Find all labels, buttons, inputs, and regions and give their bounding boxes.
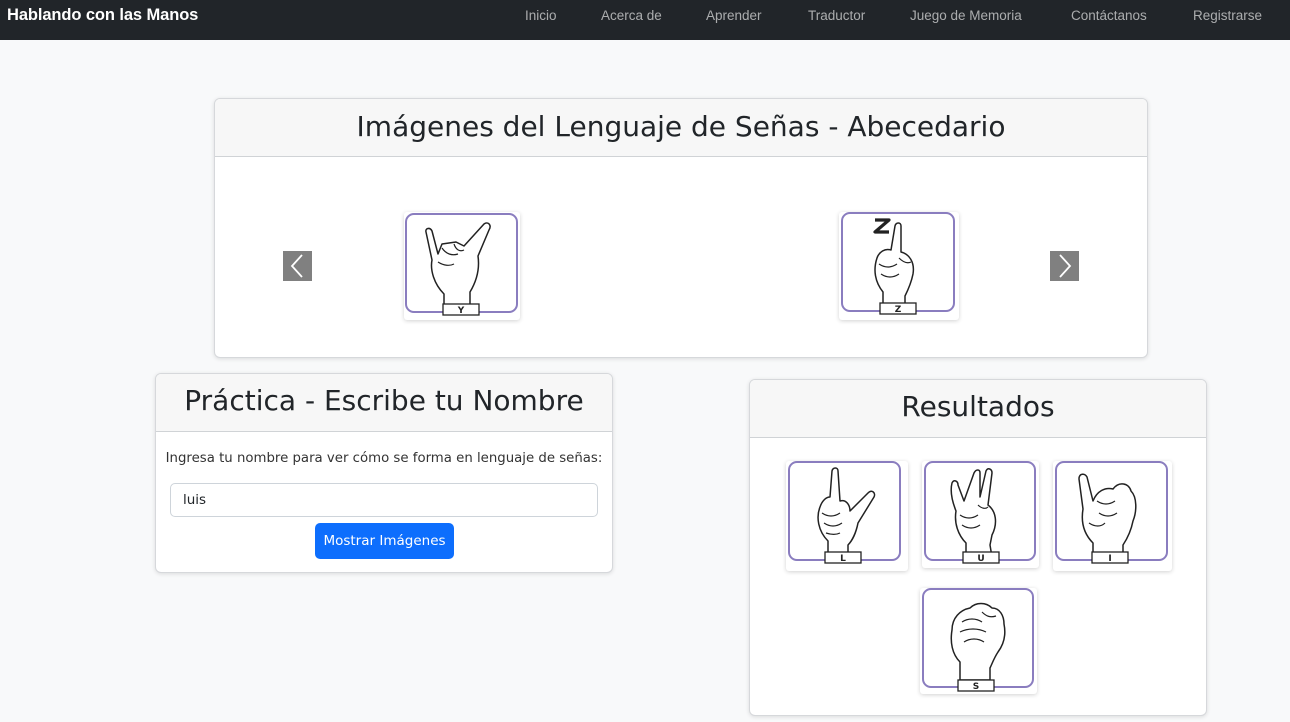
result-sign-i: I	[1053, 461, 1172, 571]
carousel-slide-z: Z	[839, 212, 959, 320]
result-sign-s: S	[920, 588, 1037, 694]
tile-letter-s: S	[973, 682, 979, 692]
hand-sign-s-image: S	[922, 588, 1034, 692]
tile-letter-l: L	[840, 554, 846, 564]
carousel-prev-button[interactable]	[283, 251, 312, 281]
carousel-title: Imágenes del Lenguaje de Señas - Abeceda…	[215, 99, 1147, 157]
carousel-slide-y: Y	[404, 212, 520, 320]
nav-link-contactanos[interactable]: Contáctanos	[1071, 8, 1147, 23]
nav-link-acerca-de[interactable]: Acerca de	[601, 8, 662, 23]
hand-sign-u-image: U	[924, 461, 1036, 564]
carousel-next-button[interactable]	[1050, 251, 1079, 281]
navbar: Hablando con las Manos Inicio Acerca de …	[0, 0, 1290, 40]
result-sign-l: L	[786, 461, 908, 571]
hand-sign-l-image: L	[788, 461, 901, 564]
nav-link-registrarse[interactable]: Registrarse	[1193, 8, 1262, 23]
alphabet-carousel-card: Imágenes del Lenguaje de Señas - Abeceda…	[214, 98, 1148, 358]
results-card: Resultados L U I S	[749, 379, 1207, 716]
hand-sign-y-image: Y	[405, 213, 518, 316]
tile-letter-z: Z	[895, 305, 902, 315]
nav-link-inicio[interactable]: Inicio	[525, 8, 557, 23]
chevron-right-icon	[1059, 254, 1072, 278]
tile-letter-u: U	[977, 554, 984, 564]
hand-sign-z-image: Z	[841, 212, 955, 315]
practice-card: Práctica - Escribe tu Nombre Ingresa tu …	[155, 373, 613, 573]
result-sign-u: U	[922, 461, 1039, 568]
show-images-button[interactable]: Mostrar Imágenes	[315, 523, 454, 559]
practice-instruction: Ingresa tu nombre para ver cómo se forma…	[165, 451, 603, 466]
nav-link-aprender[interactable]: Aprender	[706, 8, 762, 23]
practice-title: Práctica - Escribe tu Nombre	[156, 374, 612, 432]
nav-link-juego-de-memoria[interactable]: Juego de Memoria	[910, 8, 1022, 23]
results-title: Resultados	[750, 380, 1206, 438]
chevron-left-icon	[290, 254, 303, 278]
tile-letter-y: Y	[457, 306, 465, 316]
brand-logo[interactable]: Hablando con las Manos	[7, 6, 198, 25]
name-input[interactable]	[170, 483, 598, 517]
hand-sign-i-image: I	[1055, 461, 1168, 564]
tile-letter-i: I	[1108, 554, 1111, 564]
nav-link-traductor[interactable]: Traductor	[808, 8, 865, 23]
